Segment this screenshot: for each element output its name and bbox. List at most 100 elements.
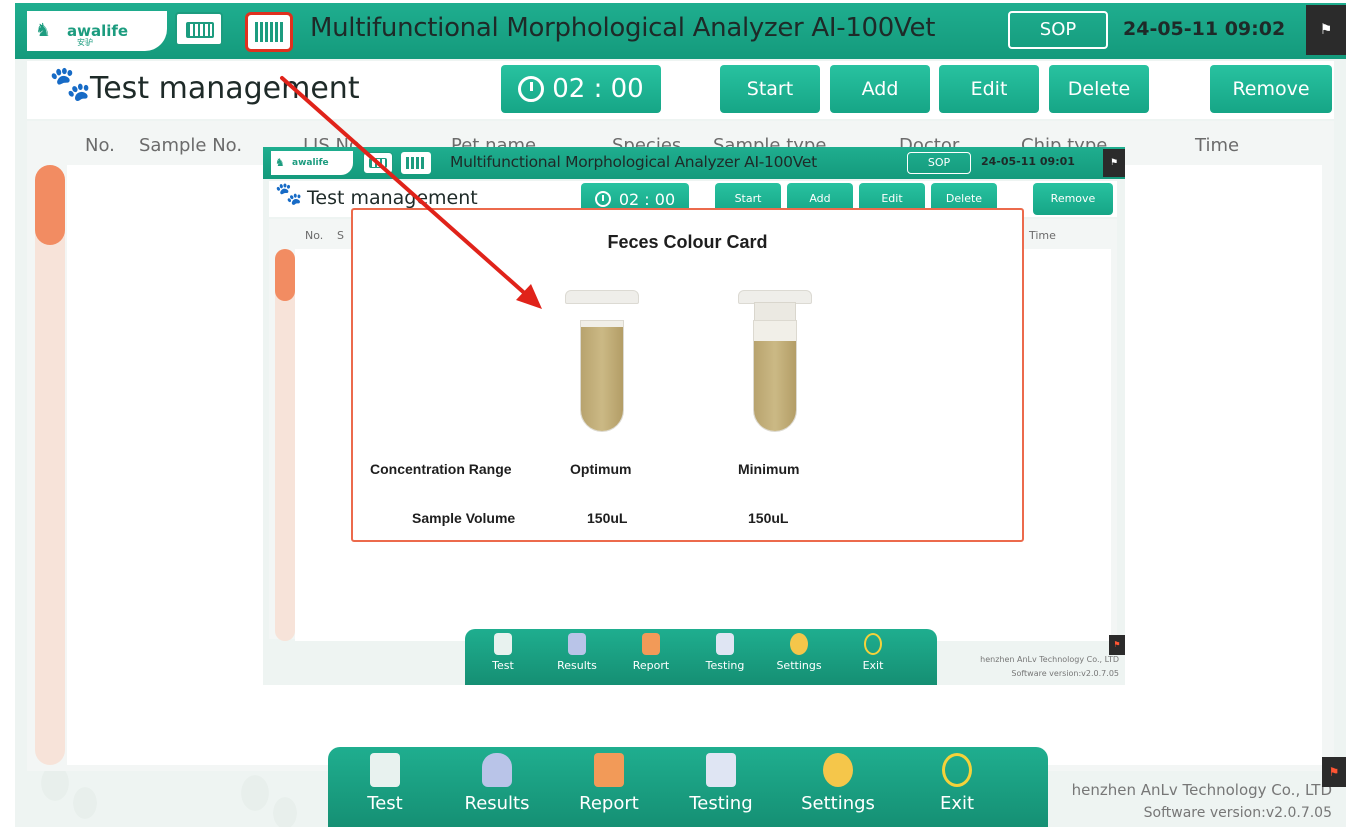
start-button[interactable]: Start <box>720 65 820 113</box>
timer-display[interactable]: 02 : 00 <box>501 65 661 113</box>
sample-liquid <box>581 327 623 431</box>
minimum-volume: 150uL <box>748 510 789 526</box>
delete-button[interactable]: Delete <box>1049 65 1149 113</box>
inner-dock-label: Report <box>632 659 670 672</box>
inner-col-sample: S <box>337 229 344 242</box>
settings-icon <box>823 753 853 787</box>
flag-button[interactable]: ⚑ <box>1322 757 1346 787</box>
paw-icon: 🐾 <box>49 64 92 104</box>
inner-flag-button: ⚑ <box>1109 635 1125 655</box>
dock-exit[interactable]: Exit <box>912 753 1002 814</box>
dock-label: Testing <box>689 793 753 814</box>
col-no: No. <box>85 135 115 156</box>
keyboard-icon <box>186 22 214 38</box>
inner-brand-logo: ♞ awalife <box>271 151 353 175</box>
results-icon <box>482 753 512 787</box>
exit-icon <box>942 753 972 787</box>
inner-dock-settings: Settings <box>769 633 829 672</box>
col-time: Time <box>1195 135 1240 156</box>
timer-icon <box>518 76 545 102</box>
add-button[interactable]: Add <box>830 65 930 113</box>
toolbar: 🐾 Test management 02 : 00 Start Add Edit… <box>27 61 1334 119</box>
dock-settings[interactable]: Settings <box>788 753 888 814</box>
inner-settings-icon <box>790 633 808 655</box>
card-title: Feces Colour Card <box>607 232 768 252</box>
inner-scrollbar-thumb <box>275 249 295 301</box>
page-title: Test management <box>90 71 360 106</box>
keyboard-button[interactable] <box>175 12 223 46</box>
inner-dock-results: Results <box>547 633 607 672</box>
inner-dock-label: Settings <box>776 659 822 672</box>
optimum-label: Optimum <box>570 461 632 477</box>
footer-version: Software version:v2.0.7.05 <box>1143 805 1332 821</box>
dock-testing[interactable]: Testing <box>676 753 766 814</box>
dock-label: Exit <box>939 793 975 814</box>
scrollbar-thumb[interactable] <box>35 165 65 245</box>
inner-timer-icon <box>594 191 611 207</box>
inner-dock-label: Results <box>557 659 597 672</box>
app-title: Multifunctional Morphological Analyzer A… <box>310 13 936 43</box>
inner-footer-company: henzhen AnLv Technology Co., LTD <box>980 655 1119 664</box>
dock-results[interactable]: Results <box>452 753 542 814</box>
concentration-range-label: Concentration Range <box>370 461 512 477</box>
inner-report-icon <box>642 633 660 655</box>
inner-corner-button: ⚑ <box>1103 149 1125 177</box>
bottom-dock: Test Results Report Testing Settings Exi… <box>328 747 1048 827</box>
sop-button[interactable]: SOP <box>1008 11 1108 49</box>
inner-page-title: Test management <box>307 187 478 209</box>
inner-barcode-icon <box>406 157 426 169</box>
tube-body <box>580 320 624 432</box>
dock-label: Settings <box>801 793 875 814</box>
inner-results-icon <box>568 633 586 655</box>
barcode-button[interactable] <box>245 12 293 52</box>
window-corner-button[interactable]: ⚑ <box>1306 5 1346 55</box>
report-icon <box>594 753 624 787</box>
dock-label: Test <box>367 793 403 814</box>
dock-label: Results <box>464 793 530 814</box>
inner-sop-button: SOP <box>907 152 971 174</box>
inner-dock: Test Results Report Testing Settings Exi… <box>465 629 937 685</box>
inner-dock-report: Report <box>621 633 681 672</box>
inner-exit-icon <box>864 633 882 655</box>
inner-test-icon <box>494 633 512 655</box>
inner-dock-label: Testing <box>705 659 745 672</box>
footer-company: henzhen AnLv Technology Co., LTD <box>1071 781 1332 799</box>
timer-value: 02 : 00 <box>552 74 644 104</box>
sample-liquid <box>754 341 796 431</box>
edit-button[interactable]: Edit <box>939 65 1039 113</box>
brand-logo: ♞ awalife 安驴 <box>27 11 167 51</box>
dock-test[interactable]: Test <box>340 753 430 814</box>
inner-scrollbar-track <box>275 249 295 641</box>
inner-dock-label: Exit <box>862 659 884 672</box>
inner-dock-exit: Exit <box>843 633 903 672</box>
inner-paw-icon: 🐾 <box>275 182 303 207</box>
test-icon <box>370 753 400 787</box>
barcode-icon <box>255 22 283 42</box>
inner-col-time: Time <box>1029 229 1056 242</box>
minimum-label: Minimum <box>738 461 800 477</box>
inner-footer-version: Software version:v2.0.7.05 <box>1011 669 1119 678</box>
inner-datetime: 24-05-11 09:01 <box>981 155 1075 168</box>
tube-body <box>753 320 797 432</box>
optimum-volume: 150uL <box>587 510 628 526</box>
inner-keyboard-icon <box>369 158 387 168</box>
brand-sub: 安驴 <box>77 38 93 47</box>
inner-dock-testing: Testing <box>695 633 755 672</box>
dock-report[interactable]: Report <box>564 753 654 814</box>
testing-icon <box>706 753 736 787</box>
scrollbar-track[interactable] <box>35 165 65 765</box>
tube-optimum-image <box>565 290 639 435</box>
dock-label: Report <box>579 793 639 814</box>
inner-brand-name: awalife <box>292 158 329 168</box>
inner-remove-button: Remove <box>1033 183 1113 215</box>
sample-volume-label: Sample Volume <box>412 510 516 526</box>
feces-colour-card: Feces Colour Card Concentration Range Op… <box>351 208 1024 542</box>
inner-dock-test: Test <box>473 633 533 672</box>
inner-dock-label: Test <box>492 659 514 672</box>
inner-keyboard-button <box>363 152 393 174</box>
col-sample-no: Sample No. <box>139 135 243 156</box>
inner-title-bar: ♞ awalife Multifunctional Morphological … <box>263 147 1125 179</box>
inner-barcode-button <box>401 152 431 174</box>
inner-app-title: Multifunctional Morphological Analyzer A… <box>450 153 817 171</box>
remove-button[interactable]: Remove <box>1210 65 1332 113</box>
